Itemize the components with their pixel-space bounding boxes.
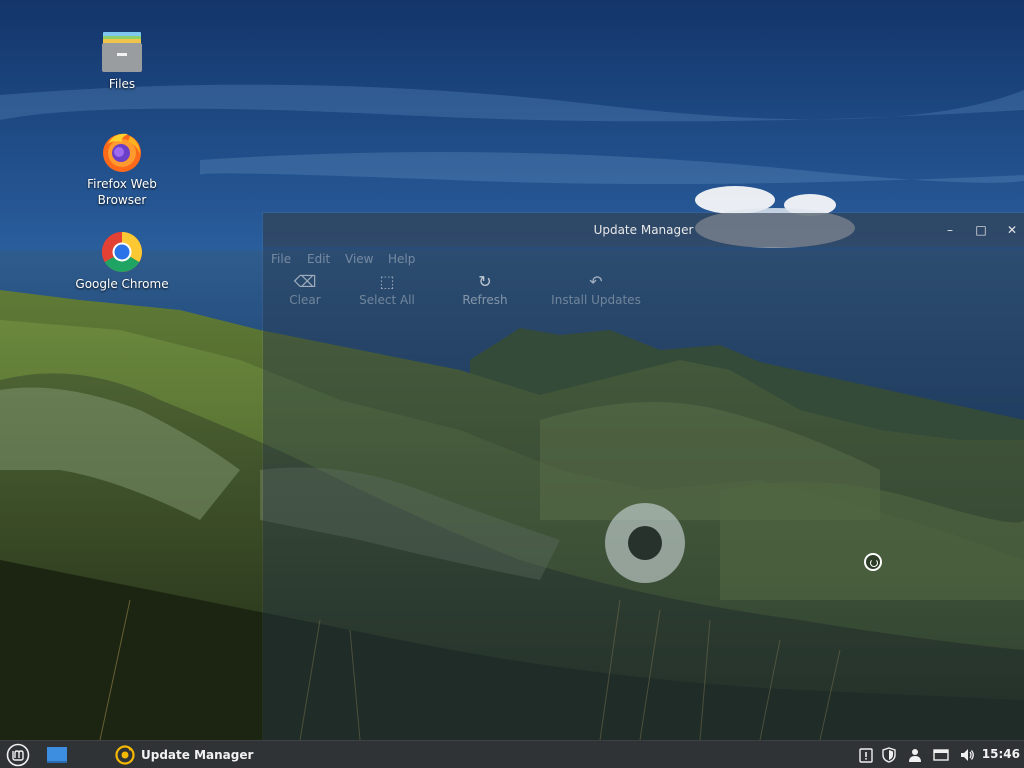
- desktop-icon-label: Browser: [97, 193, 147, 207]
- select-all-button[interactable]: ⬚ Select All: [357, 271, 417, 307]
- linux-mint-icon: [6, 743, 30, 767]
- update-notice-icon[interactable]: [858, 747, 874, 763]
- folder-icon: [100, 30, 144, 74]
- maximize-button[interactable]: □: [973, 222, 989, 238]
- window-titlebar[interactable]: Update Manager – □ ✕: [263, 213, 1024, 247]
- close-icon: ✕: [1006, 223, 1018, 237]
- select-all-icon: ⬚: [379, 272, 395, 291]
- menu-help[interactable]: Help: [388, 252, 415, 266]
- minimize-button[interactable]: –: [942, 222, 958, 238]
- menu-edit[interactable]: Edit: [307, 252, 330, 266]
- volume-icon[interactable]: [959, 747, 975, 763]
- desktop-icon-files[interactable]: Files: [74, 30, 170, 92]
- close-button[interactable]: ✕: [1004, 222, 1020, 238]
- loading-spinner: [605, 503, 685, 583]
- refresh-icon: ↻: [478, 272, 492, 291]
- install-updates-icon: ↶: [589, 272, 603, 291]
- taskbar-item-label: Update Manager: [141, 748, 254, 762]
- minimize-icon: –: [947, 223, 953, 237]
- user-icon[interactable]: [907, 747, 923, 763]
- refresh-label: Refresh: [462, 293, 508, 307]
- desktop-icon-label: Google Chrome: [75, 277, 169, 291]
- install-updates-button[interactable]: ↶ Install Updates: [549, 271, 643, 307]
- clock[interactable]: 15:46: [982, 747, 1020, 761]
- menu-bar: File Edit View Help: [263, 247, 1024, 271]
- menu-view[interactable]: View: [345, 252, 373, 266]
- desktop-icon-chrome[interactable]: Google Chrome: [74, 230, 170, 292]
- taskbar-item-update-manager[interactable]: Update Manager: [115, 741, 253, 768]
- menu-file[interactable]: File: [271, 252, 291, 266]
- chrome-icon: [100, 230, 144, 274]
- show-desktop-button[interactable]: [46, 741, 68, 768]
- desktop-icon-label: Firefox Web: [87, 177, 157, 191]
- desktop-icon-firefox[interactable]: Firefox Web Browser: [74, 130, 170, 208]
- refresh-button[interactable]: ↻ Refresh: [457, 271, 513, 307]
- shield-icon[interactable]: [881, 747, 897, 763]
- taskbar: Update Manager 15:46: [0, 740, 1024, 768]
- update-manager-window[interactable]: Update Manager – □ ✕ File Edit View Help…: [263, 213, 1024, 740]
- clear-label: Clear: [289, 293, 321, 307]
- desktop-icon-label: Files: [108, 77, 136, 91]
- maximize-icon: □: [975, 223, 987, 237]
- install-updates-label: Install Updates: [551, 293, 641, 307]
- network-icon[interactable]: [933, 747, 949, 763]
- toolbar: ⌫ Clear ⬚ Select All ↻ Refresh ↶ Install…: [263, 271, 1024, 321]
- firefox-icon: [100, 130, 144, 174]
- select-all-label: Select All: [359, 293, 415, 307]
- busy-cursor-icon: [864, 553, 882, 571]
- clear-icon: ⌫: [293, 272, 317, 291]
- update-manager-icon: [115, 745, 135, 765]
- window-title: Update Manager: [593, 223, 694, 237]
- show-desktop-icon: [47, 747, 67, 763]
- clear-button[interactable]: ⌫ Clear: [285, 271, 325, 307]
- menu-button[interactable]: [6, 741, 30, 768]
